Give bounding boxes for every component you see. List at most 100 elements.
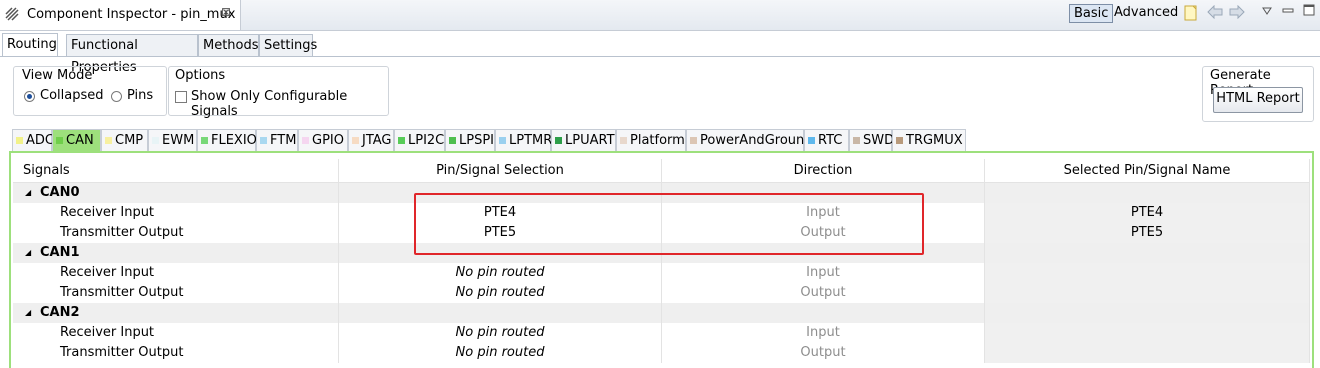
direction-cell[interactable]: Input (662, 263, 985, 283)
show-configurable-checkbox[interactable] (175, 91, 187, 103)
editor-tab[interactable]: Component Inspector - pin_mux ⊠ (0, 0, 241, 30)
highlight-box (414, 193, 924, 255)
peripheral-tab-adc[interactable]: ADC (12, 129, 54, 151)
peripheral-tab-label: EWM (162, 133, 195, 148)
selected-name-cell (985, 343, 1310, 363)
report-icon[interactable] (1183, 5, 1199, 21)
window-title: Component Inspector - pin_mux (27, 7, 236, 22)
color-swatch (201, 137, 208, 144)
table-row[interactable]: Receiver Input No pin routed Input (13, 263, 1310, 283)
color-swatch (16, 137, 23, 144)
group-name: CAN2 (40, 305, 80, 320)
peripheral-tab-label: FTM (270, 133, 297, 148)
table-row[interactable]: Transmitter Output No pin routed Output (13, 283, 1310, 303)
table-row[interactable]: Transmitter Output No pin routed Output (13, 343, 1310, 363)
tab-divider (0, 56, 1320, 57)
peripheral-tab-jtag[interactable]: JTAG (348, 129, 394, 151)
peripheral-tab-label: PowerAndGround (700, 133, 813, 148)
peripheral-tab-ewm[interactable]: EWM (148, 129, 197, 151)
maximize-icon[interactable] (1303, 4, 1315, 16)
peripheral-tab-trgmux[interactable]: TRGMUX (892, 129, 966, 151)
color-swatch (152, 137, 159, 144)
color-swatch (808, 137, 815, 144)
color-swatch (620, 137, 627, 144)
signal-name: Transmitter Output (13, 283, 339, 303)
pin-selection-cell[interactable]: No pin routed (339, 283, 662, 303)
peripheral-tab-swd[interactable]: SWD (849, 129, 895, 151)
peripheral-tab-platform[interactable]: Platform (616, 129, 686, 151)
color-swatch (555, 137, 562, 144)
col-header-selected-name[interactable]: Selected Pin/Signal Name (985, 159, 1310, 183)
pins-label: Pins (127, 88, 154, 103)
selected-name-cell: PTE4 (985, 203, 1310, 223)
table-row[interactable]: Receiver Input No pin routed Input (13, 323, 1310, 343)
signal-name: Receiver Input (13, 203, 339, 223)
component-inspector-icon (5, 7, 19, 21)
peripheral-tab-lpspi[interactable]: LPSPI (445, 129, 495, 151)
peripheral-tab-ftm[interactable]: FTM (256, 129, 298, 151)
peripheral-tab-lpuart[interactable]: LPUART (551, 129, 616, 151)
signal-name: Receiver Input (13, 263, 339, 283)
peripheral-tab-can[interactable]: CAN (52, 129, 101, 151)
color-swatch (499, 137, 506, 144)
close-icon[interactable]: ⊠ (221, 5, 231, 19)
color-swatch (398, 137, 405, 144)
color-swatch (352, 137, 359, 144)
direction-cell[interactable]: Output (662, 343, 985, 363)
options-group: Options Show Only Configurable Signals (168, 66, 389, 119)
group-name: CAN0 (40, 185, 80, 200)
signal-name: Transmitter Output (13, 343, 339, 363)
view-menu-icon[interactable] (1262, 7, 1272, 15)
pin-selection-cell[interactable]: No pin routed (339, 323, 662, 343)
peripheral-tab-label: TRGMUX (906, 133, 963, 148)
tab-methods[interactable]: Methods (198, 34, 259, 56)
forward-arrow-icon[interactable] (1229, 5, 1245, 19)
collapsed-label: Collapsed (40, 88, 104, 103)
color-swatch (449, 137, 456, 144)
view-mode-group: View Mode Collapsed Pins (13, 66, 167, 116)
peripheral-tab-label: FLEXIO (211, 133, 257, 148)
peripheral-tab-label: LPI2C (408, 133, 445, 148)
advanced-mode-button[interactable]: Advanced (1114, 5, 1178, 20)
peripheral-tab-rtc[interactable]: RTC (804, 129, 849, 151)
tab-routing[interactable]: Routing (2, 33, 58, 57)
col-header-signals[interactable]: Signals (13, 159, 339, 183)
peripheral-tab-lpi2c[interactable]: LPI2C (394, 129, 445, 151)
view-mode-label: View Mode (22, 68, 93, 83)
peripheral-tab-label: GPIO (312, 133, 344, 148)
peripheral-tab-gpio[interactable]: GPIO (298, 129, 348, 151)
expand-icon[interactable]: ◢ (25, 243, 31, 263)
pins-radio[interactable] (111, 91, 122, 102)
tab-settings[interactable]: Settings (259, 34, 317, 56)
color-swatch (896, 137, 903, 144)
col-header-pin-selection[interactable]: Pin/Signal Selection (339, 159, 662, 183)
title-bar: Component Inspector - pin_mux ⊠ Basic Ad… (0, 0, 1320, 31)
table-group-row[interactable]: ◢ CAN2 (13, 303, 1310, 323)
expand-icon[interactable]: ◢ (25, 183, 31, 203)
color-swatch (56, 137, 63, 144)
direction-cell[interactable]: Output (662, 283, 985, 303)
col-header-direction[interactable]: Direction (662, 159, 985, 183)
color-swatch (853, 137, 860, 144)
direction-cell[interactable]: Input (662, 323, 985, 343)
peripheral-tab-powerandground[interactable]: PowerAndGround (686, 129, 813, 151)
expand-icon[interactable]: ◢ (25, 303, 31, 323)
peripheral-tab-label: CMP (115, 133, 144, 148)
peripheral-tab-label: SWD (863, 133, 895, 148)
signal-name: Receiver Input (13, 323, 339, 343)
peripheral-tab-lptmr[interactable]: LPTMR (495, 129, 552, 151)
peripheral-tab-label: JTAG (362, 133, 392, 148)
peripheral-tab-cmp[interactable]: CMP (101, 129, 148, 151)
pin-selection-cell[interactable]: No pin routed (339, 263, 662, 283)
minimize-icon[interactable] (1282, 8, 1294, 14)
pin-selection-cell[interactable]: No pin routed (339, 343, 662, 363)
basic-mode-button[interactable]: Basic (1069, 4, 1114, 23)
signal-name: Transmitter Output (13, 223, 339, 243)
color-swatch (105, 137, 112, 144)
peripheral-tab-flexio[interactable]: FLEXIO (197, 129, 257, 151)
color-swatch (690, 137, 697, 144)
html-report-button[interactable]: HTML Report (1213, 87, 1303, 113)
collapsed-radio[interactable] (24, 91, 35, 102)
back-arrow-icon[interactable] (1207, 5, 1223, 19)
tab-functional-properties[interactable]: Functional Properties (66, 34, 198, 75)
